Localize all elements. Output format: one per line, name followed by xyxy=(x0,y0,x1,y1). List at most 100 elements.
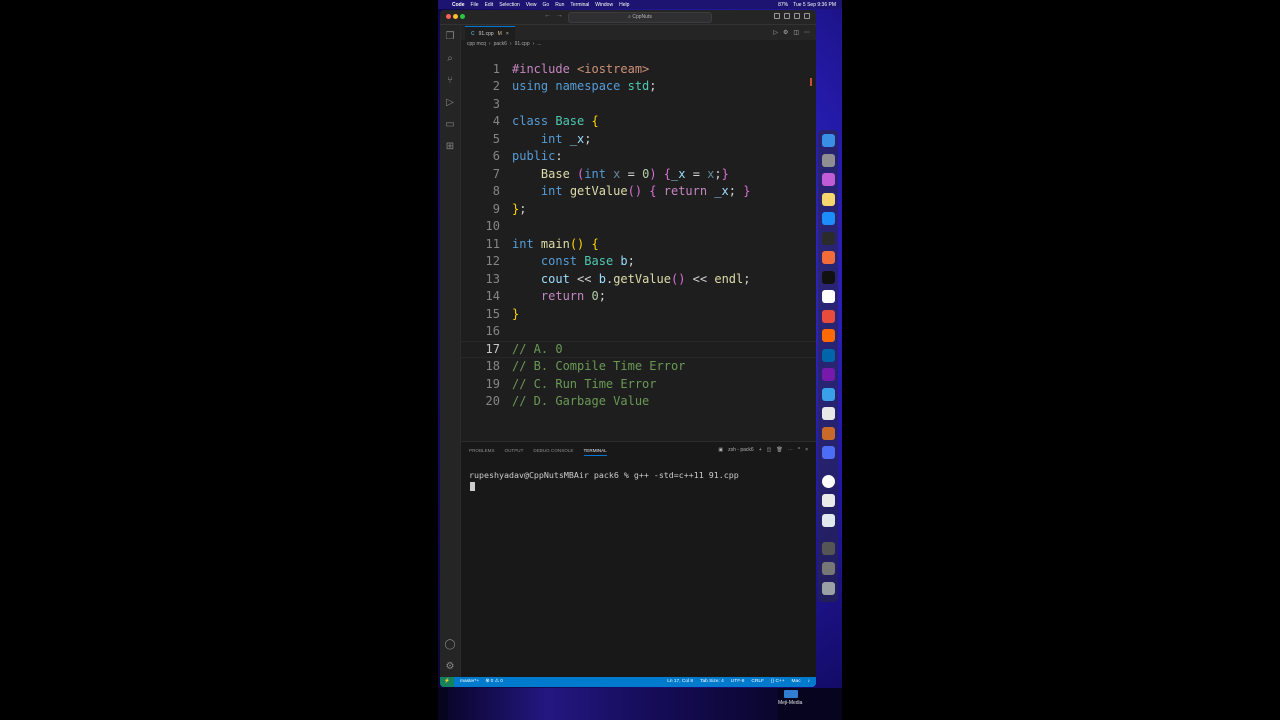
code-line[interactable]: 14 return 0; xyxy=(461,288,816,306)
split-terminal-icon[interactable]: ◫ xyxy=(767,447,772,453)
new-terminal-icon[interactable]: + xyxy=(759,447,762,453)
end-of-line[interactable]: CRLF xyxy=(751,677,764,687)
tab-debug-console[interactable]: DEBUG CONSOLE xyxy=(533,448,573,456)
trash-bin-icon[interactable] xyxy=(822,582,835,595)
final-cut-icon[interactable] xyxy=(822,310,835,323)
account-icon[interactable]: ◯ xyxy=(444,639,456,651)
code-line[interactable]: 7 Base (int x = 0) {_x = x;} xyxy=(461,166,816,184)
breadcrumb-symbol[interactable]: ... xyxy=(537,41,541,47)
code-editor[interactable]: 1 #include <iostream> 2 using namespace std… xyxy=(461,50,816,440)
remote-explorer-icon[interactable]: ▭ xyxy=(444,119,456,131)
preview-icon[interactable] xyxy=(822,514,835,527)
notes-icon[interactable] xyxy=(822,193,835,206)
menu-terminal[interactable]: Terminal xyxy=(570,2,589,8)
code-line[interactable]: 19 // C. Run Time Error xyxy=(461,376,816,394)
keynote-icon[interactable] xyxy=(822,251,835,264)
menu-selection[interactable]: Selection xyxy=(499,2,520,8)
minimize-window-icon[interactable] xyxy=(453,14,458,19)
tab-terminal[interactable]: TERMINAL xyxy=(583,448,607,456)
zoom-window-icon[interactable] xyxy=(460,14,465,19)
menu-run[interactable]: Run xyxy=(555,2,564,8)
launchpad-icon[interactable] xyxy=(822,173,835,186)
source-control-icon[interactable]: ⑂ xyxy=(444,75,456,87)
language-mode[interactable]: {} C++ xyxy=(771,677,785,687)
code-line[interactable]: 16 xyxy=(461,323,816,341)
explorer-icon[interactable]: ❐ xyxy=(444,31,456,43)
terminal-output[interactable]: rupeshyadav@CppNutsMBAir pack6 % g++ -st… xyxy=(469,470,739,480)
menu-window[interactable]: Window xyxy=(595,2,613,8)
code-line[interactable]: 9}; xyxy=(461,201,816,219)
remote-indicator[interactable]: ⚡ xyxy=(440,677,454,687)
system-settings-icon[interactable] xyxy=(822,154,835,167)
menu-help[interactable]: Help xyxy=(619,2,629,8)
menubar-clock[interactable]: Tue 5 Sep 9:36 PM xyxy=(793,2,836,8)
breadcrumb-subfolder[interactable]: pack6 xyxy=(494,41,507,47)
app-icon[interactable] xyxy=(822,427,835,440)
code-line[interactable]: 1 #include <iostream> xyxy=(461,61,816,79)
extensions-icon[interactable]: ⊞ xyxy=(444,141,456,153)
toggle-sidebar-icon[interactable] xyxy=(774,13,780,19)
cursor-position[interactable]: Ln 17, Col 8 xyxy=(667,677,693,687)
more-actions-icon[interactable]: ⋯ xyxy=(788,447,793,453)
platform-label[interactable]: Mac xyxy=(792,677,801,687)
close-panel-icon[interactable]: × xyxy=(805,447,808,453)
code-line[interactable]: 12 const Base b; xyxy=(461,253,816,271)
finder-icon[interactable] xyxy=(822,134,835,147)
onenote-icon[interactable] xyxy=(822,368,835,381)
forward-arrow-icon[interactable]: → xyxy=(556,12,563,19)
tab-size[interactable]: Tab Size: 4 xyxy=(700,677,724,687)
battery-percent[interactable]: 87% xyxy=(778,2,788,8)
code-line[interactable]: 5 int _x; xyxy=(461,131,816,149)
menu-file[interactable]: File xyxy=(471,2,479,8)
vscode-dock-icon[interactable] xyxy=(822,349,835,362)
customize-layout-icon[interactable] xyxy=(804,13,810,19)
webex-icon[interactable] xyxy=(822,475,835,488)
code-line[interactable]: 8 int getValue() { return _x; } xyxy=(461,183,816,201)
firefox-icon[interactable] xyxy=(822,329,835,342)
file-encoding[interactable]: UTF-8 xyxy=(731,677,745,687)
code-line[interactable]: 15} xyxy=(461,306,816,324)
toggle-panel-icon[interactable] xyxy=(784,13,790,19)
back-arrow-icon[interactable]: ← xyxy=(544,12,551,19)
close-tab-icon[interactable]: × xyxy=(506,27,509,41)
console-icon[interactable] xyxy=(822,271,835,284)
tab-problems[interactable]: PROBLEMS xyxy=(469,448,495,456)
toggle-secondary-sidebar-icon[interactable] xyxy=(794,13,800,19)
settings-gear-icon[interactable]: ⚙ xyxy=(783,29,788,36)
run-debug-icon[interactable]: ▷ xyxy=(444,97,456,109)
menu-go[interactable]: Go xyxy=(543,2,550,8)
code-line[interactable]: 20 // D. Garbage Value xyxy=(461,393,816,411)
git-branch[interactable]: master*+ xyxy=(460,677,479,687)
tab-91-cpp[interactable]: C 91.cpp M × xyxy=(465,26,515,41)
manage-gear-icon[interactable]: ⚙ xyxy=(444,661,456,673)
run-file-icon[interactable]: ▷ xyxy=(773,29,778,36)
code-line[interactable]: 2 using namespace std; xyxy=(461,78,816,96)
tab-output[interactable]: OUTPUT xyxy=(505,448,524,456)
code-line[interactable]: 11 int main() { xyxy=(461,236,816,254)
more-actions-icon[interactable]: ⋯ xyxy=(804,29,810,36)
menu-view[interactable]: View xyxy=(526,2,537,8)
folder-icon[interactable] xyxy=(822,562,835,575)
search-sidebar-icon[interactable]: ⌕ xyxy=(444,53,456,65)
chrome-icon[interactable] xyxy=(822,407,835,420)
code-line[interactable]: 17 // A. 0 xyxy=(461,341,816,359)
trash-icon[interactable]: 🗑 xyxy=(776,447,782,453)
menubar-app-name[interactable]: Code xyxy=(452,2,465,8)
code-line[interactable]: 6 public: xyxy=(461,148,816,166)
breadcrumb-file[interactable]: 91.cpp xyxy=(515,41,530,47)
breadcrumb-folder[interactable]: cpp mcq xyxy=(467,41,486,47)
problems-count[interactable]: ⊗ 0 ⚠ 0 xyxy=(485,677,503,687)
menu-edit[interactable]: Edit xyxy=(485,2,494,8)
app-store-icon[interactable] xyxy=(822,212,835,225)
close-window-icon[interactable] xyxy=(446,14,451,19)
notion-icon[interactable] xyxy=(822,290,835,303)
terminal-app-icon[interactable] xyxy=(822,232,835,245)
split-editor-icon[interactable]: ◫ xyxy=(793,29,799,36)
notifications-bell-icon[interactable]: ♪ xyxy=(808,677,810,687)
code-line[interactable]: 3 xyxy=(461,96,816,114)
code-line[interactable]: 18 // B. Compile Time Error xyxy=(461,358,816,376)
command-center-search[interactable]: ⌕ CppNuts xyxy=(568,12,712,23)
safari-icon[interactable] xyxy=(822,388,835,401)
maximize-panel-icon[interactable]: ^ xyxy=(798,447,800,453)
screen-capture-icon[interactable] xyxy=(822,446,835,459)
